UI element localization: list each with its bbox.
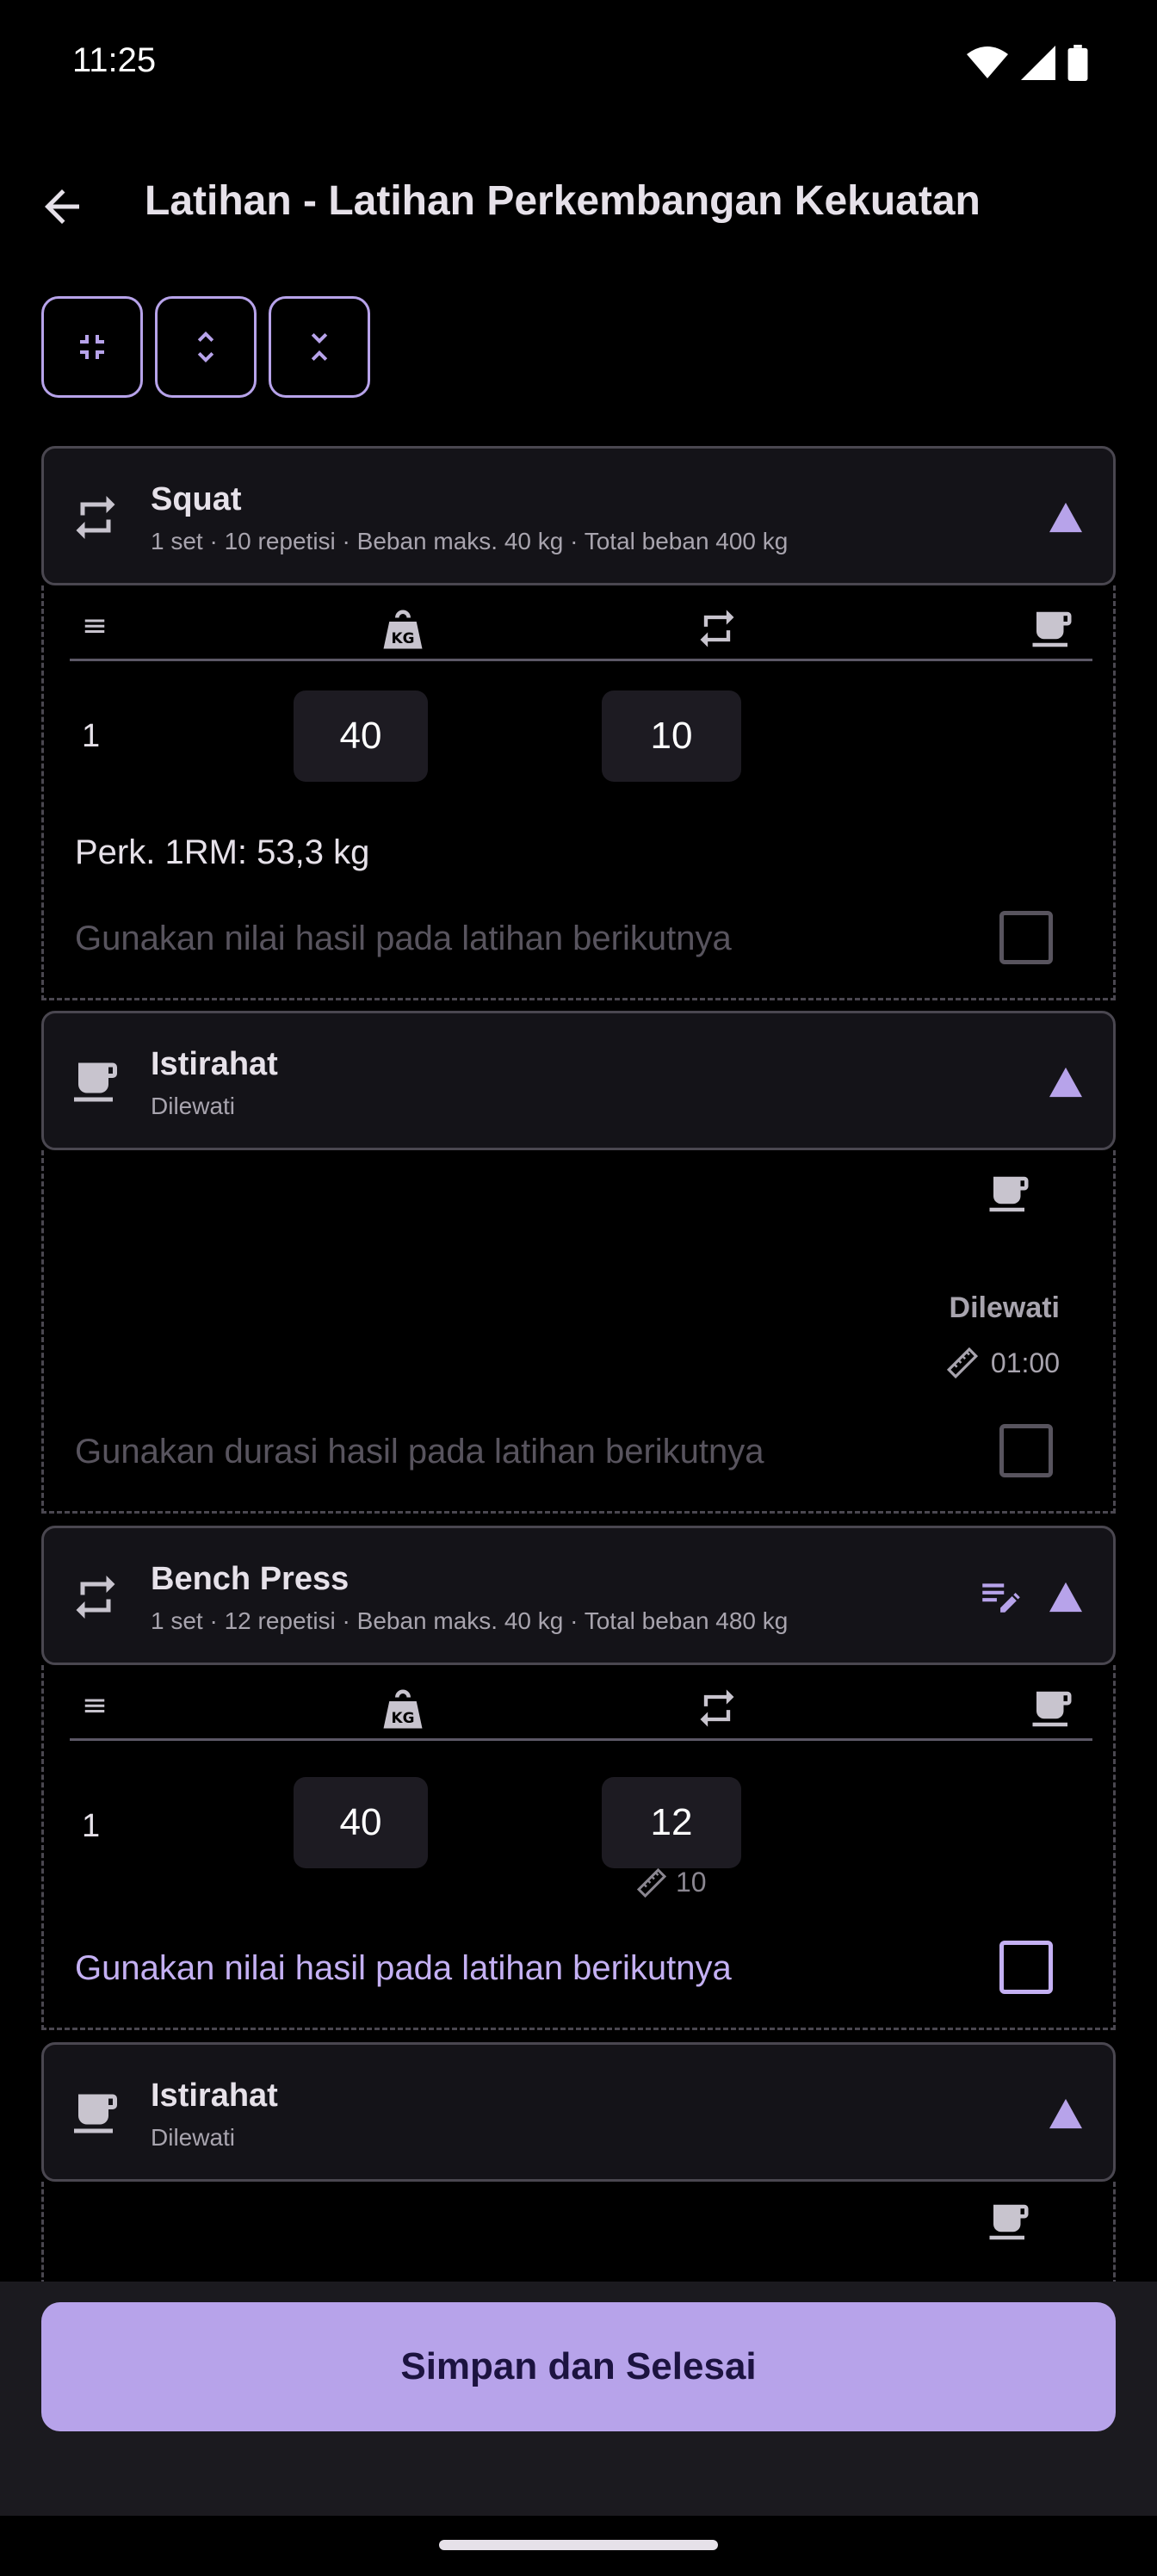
signal-icon	[1021, 46, 1055, 80]
unfold-more-icon	[197, 331, 214, 362]
weight-kg-icon: KG	[383, 1689, 423, 1729]
coffee-icon	[74, 2094, 117, 2133]
ruler-icon	[636, 1867, 667, 1898]
collapse-triangle-icon[interactable]	[1049, 1067, 1082, 1098]
page-title: Latihan - Latihan Perkembangan Kekuatan	[145, 178, 981, 224]
rest-body-2	[41, 2182, 1116, 2285]
coffee-icon	[1032, 611, 1072, 647]
use-result-label: Gunakan nilai hasil pada latihan berikut…	[75, 1949, 732, 1987]
use-result-label: Gunakan nilai hasil pada latihan berikut…	[75, 920, 732, 957]
unfold-less-icon	[311, 333, 328, 361]
use-duration-checkbox[interactable]	[999, 1424, 1053, 1477]
rest-summary: Dilewati	[151, 1093, 236, 1119]
exercise-header-bench-press[interactable]: Bench Press 1 set · 12 repetisi · Beban …	[41, 1526, 1116, 1665]
set-number: 1	[82, 1808, 101, 1844]
rest-body-1: Dilewati 01:00 Gunakan durasi hasil pada…	[41, 1150, 1116, 1514]
coffee-icon	[74, 1062, 117, 1102]
exercise-summary: 1 set · 10 repetisi · Beban maks. 40 kg …	[151, 528, 789, 554]
collapse-triangle-icon[interactable]	[1049, 2098, 1082, 2129]
rest-duration-value: 01:00	[990, 1347, 1060, 1378]
exercise-name: Squat	[151, 481, 242, 517]
list-icon	[84, 1699, 105, 1712]
set-number: 1	[82, 718, 101, 754]
toolbar	[41, 296, 370, 398]
gesture-bar	[0, 2516, 1157, 2576]
exercise-name: Bench Press	[151, 1561, 350, 1597]
coffee-icon	[989, 2204, 1029, 2240]
svg-text:KG: KG	[392, 1709, 415, 1726]
rest-name: Istirahat	[151, 1046, 278, 1082]
use-duration-label: Gunakan durasi hasil pada latihan beriku…	[75, 1433, 764, 1471]
one-rep-max-estimate: Perk. 1RM: 53,3 kg	[75, 833, 370, 871]
close-fullscreen-icon	[80, 335, 104, 359]
reps-input[interactable]: 12	[602, 1777, 741, 1868]
status-time: 11:25	[72, 41, 157, 79]
expand-all-button[interactable]	[155, 296, 257, 398]
repeat-icon	[700, 610, 734, 647]
repeat-icon	[700, 1689, 734, 1727]
list-icon	[84, 619, 105, 633]
repeat-icon	[76, 496, 115, 539]
fold-all-button[interactable]	[269, 296, 370, 398]
exercise-summary: 1 set · 12 repetisi · Beban maks. 40 kg …	[151, 1607, 789, 1634]
use-result-checkbox[interactable]	[999, 1941, 1053, 1994]
rest-status: Dilewati	[949, 1291, 1060, 1324]
wifi-icon	[967, 46, 1008, 78]
rest-duration: 01:00	[946, 1347, 1060, 1379]
rest-header-1[interactable]: Istirahat Dilewati	[41, 1011, 1116, 1150]
weight-input[interactable]: 40	[294, 690, 428, 782]
exercise-body-bench-press: KG 1 40 12 10 Gunakan nilai hasil pada l…	[41, 1665, 1116, 2030]
back-button[interactable]	[26, 170, 98, 243]
weight-input[interactable]: 40	[294, 1777, 428, 1868]
collapse-triangle-icon[interactable]	[1049, 502, 1082, 533]
battery-icon	[1067, 45, 1088, 81]
save-and-finish-button[interactable]: Simpan dan Selesai	[41, 2302, 1116, 2431]
arrow-back-icon	[45, 189, 79, 224]
collapse-triangle-icon[interactable]	[1049, 1582, 1082, 1613]
previous-reps: 10	[636, 1867, 707, 1898]
exercise-header-squat[interactable]: Squat 1 set · 10 repetisi · Beban maks. …	[41, 446, 1116, 585]
weight-kg-icon: KG	[383, 610, 423, 649]
previous-reps-value: 10	[676, 1867, 707, 1898]
rest-summary: Dilewati	[151, 2124, 236, 2151]
bottom-panel: Simpan dan Selesai	[0, 2282, 1157, 2516]
status-icons	[966, 45, 1088, 81]
rest-header-2[interactable]: Istirahat Dilewati	[41, 2042, 1116, 2182]
home-indicator[interactable]	[439, 2540, 718, 2550]
coffee-icon	[989, 1176, 1029, 1212]
ruler-icon	[946, 1347, 978, 1379]
repeat-icon	[76, 1576, 115, 1619]
exercise-body-squat: KG 1 40 10 Perk. 1RM: 53,3 kg Gunakan ni…	[41, 585, 1116, 1000]
set-column-header: KG	[70, 1672, 1092, 1741]
coffee-icon	[1032, 1691, 1072, 1727]
edit-note-icon[interactable]	[977, 1575, 1020, 1618]
set-column-header: KG	[70, 592, 1092, 661]
use-result-checkbox[interactable]	[999, 911, 1053, 964]
svg-text:KG: KG	[392, 629, 415, 647]
app-bar: Latihan - Latihan Perkembangan Kekuatan	[0, 155, 1157, 251]
collapse-all-button[interactable]	[41, 296, 143, 398]
status-bar: 11:25	[0, 0, 1157, 129]
rest-name: Istirahat	[151, 2078, 278, 2114]
reps-input[interactable]: 10	[602, 690, 741, 782]
